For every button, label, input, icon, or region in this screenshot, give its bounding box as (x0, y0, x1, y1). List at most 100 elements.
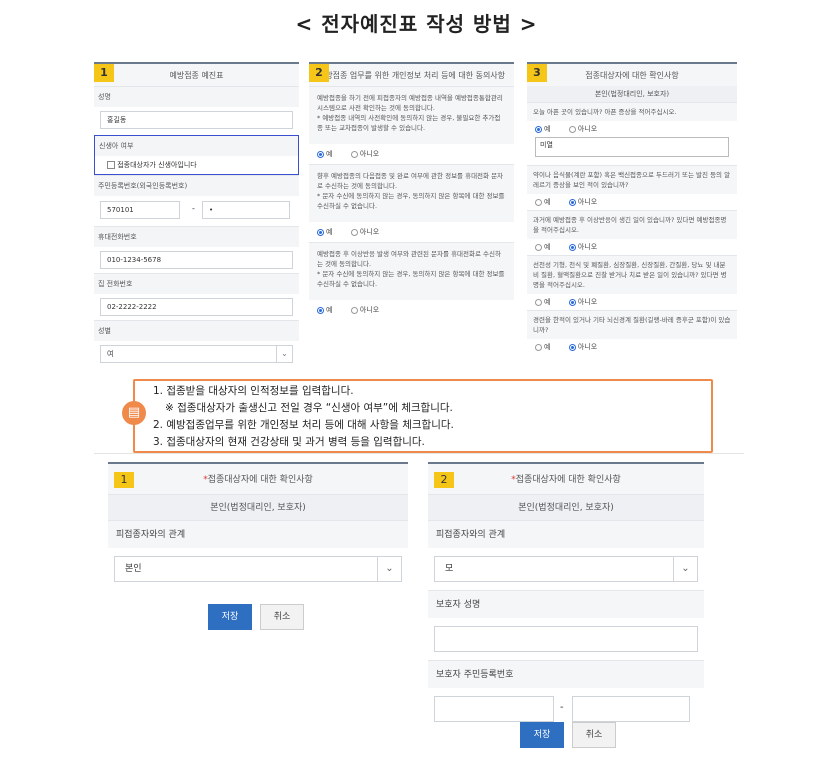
page-title: < 전자예진표 작성 방법 > (295, 12, 538, 36)
consent-text-2: 향후 예방접종의 다음접종 및 완료 여부에 관한 정보를 휴대전화 문자로 수… (309, 164, 514, 222)
consent-text-1: 예방접종을 하기 전에 피접종자의 예방접종 내역을 예방접종통합관리시스템으로… (309, 86, 514, 144)
radio-yes-1[interactable] (317, 150, 324, 158)
panel-header: 2 *접종대상자에 대한 확인사항 (428, 462, 704, 494)
q4-radio: 예 아니오 (527, 294, 737, 310)
radio-no-label: 아니오 (577, 243, 598, 251)
chevron-down-icon: ⌄ (673, 557, 697, 581)
radio-no-1[interactable] (350, 150, 358, 158)
newborn-checkbox[interactable] (107, 161, 115, 169)
q1-radio: 예 아니오 (527, 121, 737, 137)
step-badge: 2 (309, 64, 329, 82)
relation-select[interactable]: 본인 ⌄ (114, 556, 402, 582)
relation-value: 모 (445, 564, 454, 574)
radio-no-label: 아니오 (359, 306, 380, 314)
radio-yes-3[interactable] (317, 306, 324, 314)
relation-label: 피접종자와의 관계 (428, 520, 704, 548)
guardian-rrn-front-input[interactable] (434, 696, 554, 722)
newborn-checkbox-label: 접종대상자가 신생아입니다 (117, 161, 197, 169)
question-1: 오늘 아픈 곳이 있습니까? 아픈 증상을 적어주십시오. (527, 102, 737, 121)
rrn-back-input[interactable]: • (202, 201, 290, 219)
q1-textarea[interactable]: 미열 (535, 137, 729, 157)
relation-value: 본인 (125, 564, 142, 574)
consent-radio-2: 예 아니오 (309, 222, 514, 242)
panel-consent: 2 예방접종 업무를 위한 개인정보 처리 등에 대한 동의사항 예방접종을 하… (309, 62, 514, 342)
guardian-rrn-back-input[interactable] (572, 696, 690, 722)
panel-title: 접종대상자에 대한 확인사항 (207, 475, 313, 485)
gender-select[interactable]: 여 ⌄ (100, 345, 293, 363)
radio-yes-label: 예 (544, 198, 551, 206)
radio-no-3[interactable] (350, 306, 358, 314)
radio-yes-label: 예 (326, 150, 333, 158)
q1-radio-no[interactable] (568, 125, 576, 133)
relation-label: 피접종자와의 관계 (108, 520, 408, 548)
q2-radio-yes[interactable] (535, 198, 542, 206)
guardian-rrn-label: 보호자 주민등록번호 (428, 660, 704, 688)
panel-header: 1 *접종대상자에 대한 확인사항 (108, 462, 408, 494)
panel-title: 예방접종 예진표 (169, 71, 224, 80)
panel-header: 3 접종대상자에 대한 확인사항 (527, 62, 737, 86)
panel-title: 접종대상자에 대한 확인사항 (585, 71, 679, 80)
panel-personal-info: 1 예방접종 예진표 성명 홍길동 신생아 여부 접종대상자가 신생아입니다 주… (94, 62, 299, 367)
consent-radio-3: 예 아니오 (309, 300, 514, 320)
step-badge: 2 (434, 472, 454, 488)
instruction-line-1: 1. 접종받을 대상자의 인적정보를 입력합니다. (153, 385, 354, 397)
consent-text-3: 예방접종 후 이상반응 발생 여부와 관련된 문자를 휴대전화로 수신하는 것에… (309, 242, 514, 300)
guardian-name-input[interactable] (434, 626, 698, 652)
radio-no-2[interactable] (350, 228, 358, 236)
radio-yes-label: 예 (544, 243, 551, 251)
q5-radio-no[interactable] (568, 343, 576, 351)
q5-radio-yes[interactable] (535, 343, 542, 351)
step-badge: 1 (114, 472, 134, 488)
cancel-button[interactable]: 취소 (260, 604, 304, 630)
radio-yes-label: 예 (544, 298, 551, 306)
instruction-box: 1. 접종받을 대상자의 인적정보를 입력합니다. ※ 접종대상자가 출생신고 … (133, 379, 713, 453)
rrn-dash: - (560, 702, 564, 713)
bottom-panel-guardian: 2 *접종대상자에 대한 확인사항 본인(법정대리인, 보호자) 피접종자와의 … (428, 462, 704, 752)
home-phone-input[interactable]: 02-2222-2222 (100, 298, 293, 316)
mobile-input[interactable]: 010-1234-5678 (100, 251, 293, 269)
q4-radio-yes[interactable] (535, 298, 542, 306)
radio-no-label: 아니오 (577, 298, 598, 306)
rrn-label: 주민등록번호(외국인등록번호) (94, 175, 299, 196)
question-5: 경련을 한적이 있거나 기타 뇌신경계 질환(길랭-바레 증후군 포함)이 있습… (527, 310, 737, 339)
gender-label: 성별 (94, 320, 299, 341)
question-4: 선천성 기형, 천식 및 폐질환, 심장질환, 신장질환, 간질환, 당뇨 및 … (527, 255, 737, 294)
cancel-button[interactable]: 취소 (572, 722, 616, 748)
panel-header: 1 예방접종 예진표 (94, 62, 299, 86)
q3-radio: 예 아니오 (527, 239, 737, 255)
radio-yes-2[interactable] (317, 228, 324, 236)
question-3: 과거에 예방접종 후 이상반응이 생긴 일이 있습니까? 있다면 예방접종명을 … (527, 210, 737, 239)
radio-yes-label: 예 (544, 125, 551, 133)
instruction-line-4: 3. 접종대상자의 현재 건강상태 및 과거 병력 등을 입력합니다. (153, 436, 425, 448)
gender-value: 여 (107, 350, 114, 358)
panel-health-check: 3 접종대상자에 대한 확인사항 본인(법정대리인, 보호자) 오늘 아픈 곳이… (527, 62, 737, 367)
step-badge: 1 (94, 64, 114, 82)
q1-radio-yes[interactable] (535, 125, 542, 133)
chevron-down-icon: ⌄ (377, 557, 401, 581)
home-phone-label: 집 전화번호 (94, 273, 299, 294)
newborn-section: 신생아 여부 접종대상자가 신생아입니다 (94, 135, 299, 175)
radio-yes-label: 예 (544, 343, 551, 351)
step-badge: 3 (527, 64, 547, 82)
q3-radio-yes[interactable] (535, 243, 542, 251)
rrn-front-input[interactable]: 570101 (100, 201, 180, 219)
name-input[interactable]: 홍길동 (100, 111, 293, 129)
instruction-line-2: ※ 접종대상자가 출생신고 전일 경우 “신생아 여부”에 체크합니다. (165, 402, 453, 414)
memo-icon: ▤ (122, 401, 146, 425)
q3-radio-no[interactable] (568, 243, 576, 251)
chevron-down-icon: ⌄ (276, 346, 292, 362)
instruction-line-3: 2. 예방접종업무를 위한 개인정보 처리 등에 대해 사항을 체크합니다. (153, 419, 454, 431)
relation-select[interactable]: 모 ⌄ (434, 556, 698, 582)
bottom-panel-self: 1 *접종대상자에 대한 확인사항 본인(법정대리인, 보호자) 피접종자와의 … (108, 462, 408, 642)
q2-radio-no[interactable] (568, 198, 576, 206)
panel-title: 접종대상자에 대한 확인사항 (515, 475, 621, 485)
panel-subtitle: 본인(법정대리인, 보호자) (527, 86, 737, 102)
rrn-dash: - (192, 204, 195, 213)
save-button[interactable]: 저장 (520, 722, 564, 748)
q5-radio: 예 아니오 (527, 339, 737, 355)
radio-no-label: 아니오 (577, 125, 598, 133)
radio-no-label: 아니오 (577, 343, 598, 351)
q4-radio-no[interactable] (568, 298, 576, 306)
save-button[interactable]: 저장 (208, 604, 252, 630)
radio-yes-label: 예 (326, 228, 333, 236)
